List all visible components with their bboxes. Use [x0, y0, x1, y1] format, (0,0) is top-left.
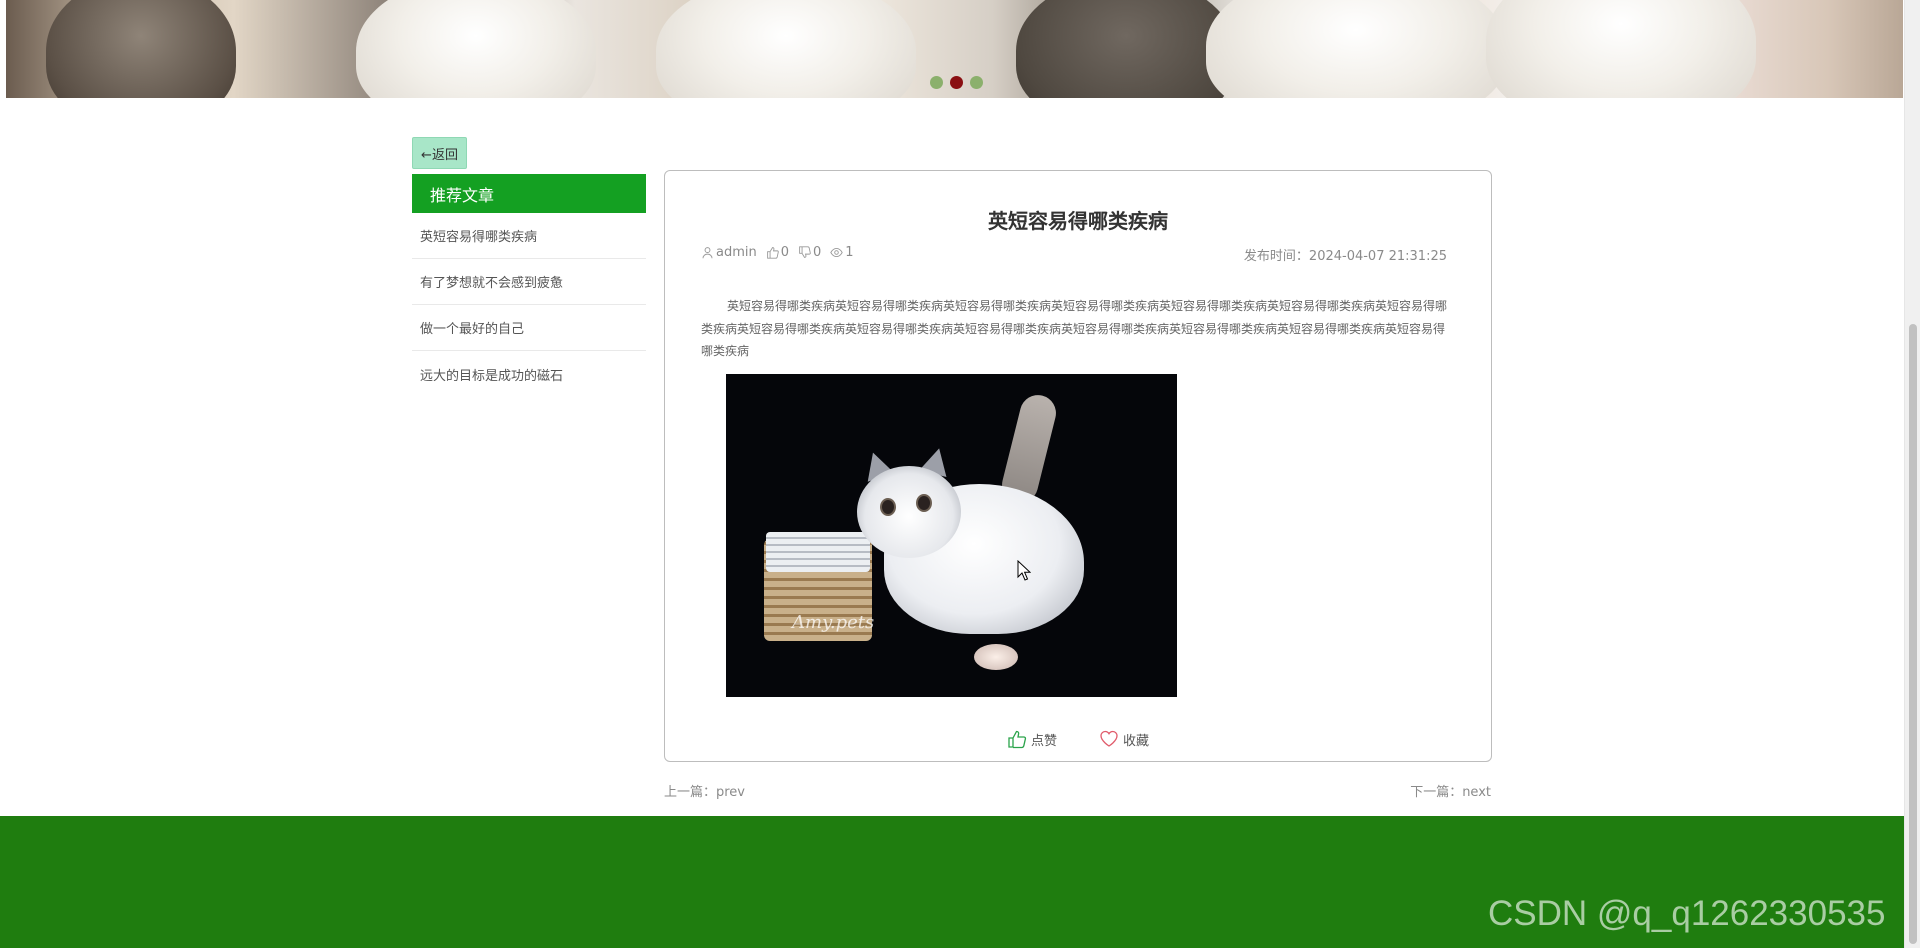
favorite-button[interactable]: 收藏	[1099, 729, 1149, 749]
carousel-dot[interactable]	[970, 76, 983, 89]
article-content: 英短容易得哪类疾病英短容易得哪类疾病英短容易得哪类疾病英短容易得哪类疾病英短容易…	[701, 299, 1448, 358]
sidebar-item-article[interactable]: 有了梦想就不会感到疲惫	[412, 259, 646, 305]
carousel-indicators	[930, 76, 983, 89]
article-title: 英短容易得哪类疾病	[988, 209, 1168, 233]
page-scrollbar[interactable]	[1904, 0, 1920, 948]
like-label: 点赞	[1030, 733, 1057, 749]
prev-article-link[interactable]: 上一篇：prev	[664, 781, 745, 800]
sidebar-item-article[interactable]: 英短容易得哪类疾病	[412, 213, 646, 259]
banner-cat-image	[656, 0, 916, 98]
banner-cat-image	[1206, 0, 1506, 98]
article-actions: 点赞 收藏	[665, 729, 1491, 749]
like-button[interactable]: 点赞	[1007, 729, 1057, 749]
likes-meta: 0	[766, 245, 789, 260]
carousel-dot-active[interactable]	[950, 76, 963, 89]
banner-cat-image	[1486, 0, 1756, 98]
likes-count: 0	[780, 245, 790, 260]
image-watermark: Amy.pets	[792, 612, 875, 633]
favorite-label: 收藏	[1123, 733, 1150, 749]
heart-icon	[1100, 730, 1118, 747]
views-count: 1	[845, 245, 854, 260]
publish-time: 发布时间：2024-04-07 21:31:25	[1243, 249, 1447, 264]
banner-carousel	[6, 0, 1903, 98]
article-meta: admin 0 0 1	[701, 245, 863, 260]
mouse-cursor-icon	[1017, 560, 1031, 581]
dislikes-count: 0	[813, 245, 822, 260]
recommended-articles-sidebar: 推荐文章 英短容易得哪类疾病 有了梦想就不会感到疲惫 做一个最好的自己 远大的目…	[412, 174, 646, 397]
thumbs-up-icon	[766, 247, 779, 259]
article-image: Amy.pets	[726, 374, 1177, 697]
sidebar-item-article[interactable]: 远大的目标是成功的磁石	[412, 351, 646, 397]
eye-icon	[830, 247, 843, 258]
basket-cloth	[766, 532, 870, 572]
csdn-watermark: CSDN @q_q1262330535	[1488, 894, 1886, 933]
back-button[interactable]: ←返回	[412, 137, 467, 169]
author-meta: admin	[701, 245, 757, 260]
banner-cat-image	[1016, 0, 1236, 98]
user-icon	[702, 247, 713, 259]
cat-head	[857, 466, 961, 558]
sidebar-item-article[interactable]: 做一个最好的自己	[412, 305, 646, 351]
article-card: 英短容易得哪类疾病 admin 0 0 1 发布时间：2024-04-07 21…	[664, 170, 1492, 762]
banner-cat-image	[46, 0, 236, 98]
dislikes-meta: 0	[798, 245, 821, 260]
cat-eye	[916, 494, 932, 512]
views-meta: 1	[830, 245, 854, 260]
flower	[974, 644, 1018, 670]
scrollbar-thumb[interactable]	[1909, 324, 1917, 944]
thumbs-up-icon	[1008, 730, 1027, 749]
author-name: admin	[716, 245, 757, 260]
thumbs-down-icon	[799, 246, 811, 258]
cat-eye	[880, 498, 896, 516]
carousel-dot[interactable]	[930, 76, 943, 89]
next-article-link[interactable]: 下一篇：next	[1410, 781, 1491, 800]
sidebar-title: 推荐文章	[412, 174, 646, 213]
banner-cat-image	[356, 0, 596, 98]
